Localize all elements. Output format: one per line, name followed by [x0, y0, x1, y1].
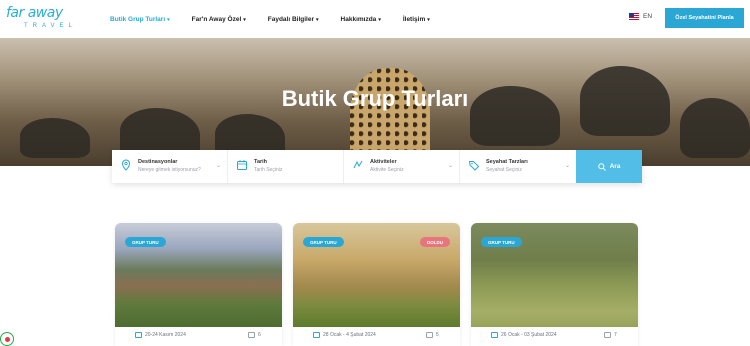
- nav-label: Butik Grup Turları: [110, 15, 166, 23]
- group-tour-badge: GRUP TURU: [125, 237, 166, 247]
- activities-field[interactable]: Aktiviteler Aktivite Seçiniz ⌄: [344, 150, 460, 183]
- date-placeholder: Tarih Seçiniz: [254, 167, 283, 173]
- date-label: Tarih: [254, 159, 268, 165]
- nav-label: Far'n Away Özel: [191, 15, 242, 23]
- search-icon: [597, 162, 606, 171]
- language-switcher[interactable]: EN: [629, 13, 652, 20]
- chevron-down-icon: ⌄: [564, 163, 570, 169]
- chevron-down-icon: ⌄: [215, 163, 221, 169]
- activity-icon: [353, 160, 363, 169]
- search-bar: Destinasyonlar Nereye gitmek istiyorsunu…: [112, 150, 642, 183]
- nav-item-contact[interactable]: İletişim ▾: [403, 16, 430, 23]
- page-title: Butik Grup Turları: [281, 86, 469, 111]
- destination-placeholder: Nereye gitmek istiyorsunuz?: [138, 167, 201, 173]
- nav-label: Faydalı Bilgiler: [267, 15, 315, 23]
- photo-count: 6: [258, 332, 261, 338]
- tag-icon: [468, 161, 480, 171]
- brand-name: far away: [6, 5, 63, 21]
- nav-item-special[interactable]: Far'n Away Özel ▾: [192, 16, 246, 23]
- destination-label: Destinasyonlar: [138, 159, 178, 165]
- gallery-icon: [604, 332, 611, 338]
- nav-item-useful-info[interactable]: Faydalı Bilgiler ▾: [268, 16, 319, 23]
- wildebeest-silhouette: [20, 118, 90, 158]
- calendar-icon: [135, 332, 142, 338]
- card-meta: 26 Ocak - 03 Şubat 2024 7: [471, 327, 638, 346]
- calendar-icon: [491, 332, 498, 338]
- chevron-down-icon: ▾: [243, 16, 246, 23]
- calendar-icon: [237, 160, 247, 170]
- location-pin-icon: [121, 159, 131, 171]
- tour-card[interactable]: GRUP TURU 26 Ocak - 03 Şubat 2024 7: [471, 223, 638, 346]
- site-header: far away TRAVEL Butik Grup Turları ▾ Far'…: [0, 0, 750, 38]
- search-button-label: Ara: [609, 163, 621, 170]
- tour-card[interactable]: GRUP TURU 20-24 Kasım 2024 6: [115, 223, 282, 346]
- sold-out-badge: DOLDU: [420, 237, 450, 247]
- tour-date: 28 Ocak - 4 Şubat 2024: [323, 332, 376, 338]
- gallery-icon: [426, 332, 433, 338]
- main-nav: Butik Grup Turları ▾ Far'n Away Özel ▾ Fay…: [110, 0, 452, 38]
- group-tour-badge: GRUP TURU: [481, 237, 522, 247]
- tour-card[interactable]: GRUP TURU DOLDU 28 Ocak - 4 Şubat 2024 5: [293, 223, 460, 346]
- activities-placeholder: Aktivite Seçiniz: [370, 167, 404, 173]
- plan-trip-button[interactable]: Özel Seyahatini Planla: [665, 8, 744, 28]
- brand-logo[interactable]: far away TRAVEL: [6, 5, 80, 33]
- calendar-icon: [313, 332, 320, 338]
- date-field[interactable]: Tarih Tarih Seçiniz: [228, 150, 344, 183]
- us-flag-icon: [629, 13, 639, 20]
- nav-item-group-tours[interactable]: Butik Grup Turları ▾: [110, 16, 170, 23]
- activities-label: Aktiviteler: [370, 159, 397, 165]
- search-button[interactable]: Ara: [576, 150, 642, 183]
- brand-sub: TRAVEL: [24, 23, 77, 29]
- nav-item-about[interactable]: Hakkımızda ▾: [341, 16, 381, 23]
- travel-style-placeholder: Seyahat Seçiniz: [486, 167, 522, 173]
- card-meta: 28 Ocak - 4 Şubat 2024 5: [293, 327, 460, 346]
- hero-banner: Butik Grup Turları: [0, 38, 750, 166]
- nav-label: İletişim: [402, 15, 426, 23]
- travel-style-label: Seyahat Tarzları: [486, 159, 528, 165]
- chat-widget-icon[interactable]: [0, 332, 14, 346]
- destination-field[interactable]: Destinasyonlar Nereye gitmek istiyorsunu…: [112, 150, 228, 183]
- chevron-down-icon: ▾: [316, 16, 319, 23]
- chevron-down-icon: ▾: [167, 16, 170, 23]
- language-code: EN: [643, 13, 653, 20]
- tour-date: 20-24 Kasım 2024: [145, 332, 186, 338]
- tour-date: 26 Ocak - 03 Şubat 2024: [501, 332, 557, 338]
- photo-count: 7: [614, 332, 617, 338]
- photo-count: 5: [436, 332, 439, 338]
- travel-style-field[interactable]: Seyahat Tarzları Seyahat Seçiniz ⌄: [460, 150, 576, 183]
- chevron-down-icon: ▾: [427, 16, 430, 23]
- card-meta: 20-24 Kasım 2024 6: [115, 327, 282, 346]
- chevron-down-icon: ⌄: [447, 163, 453, 169]
- chevron-down-icon: ▾: [378, 16, 381, 23]
- gallery-icon: [248, 332, 255, 338]
- nav-label: Hakkımızda: [340, 15, 377, 23]
- group-tour-badge: GRUP TURU: [303, 237, 344, 247]
